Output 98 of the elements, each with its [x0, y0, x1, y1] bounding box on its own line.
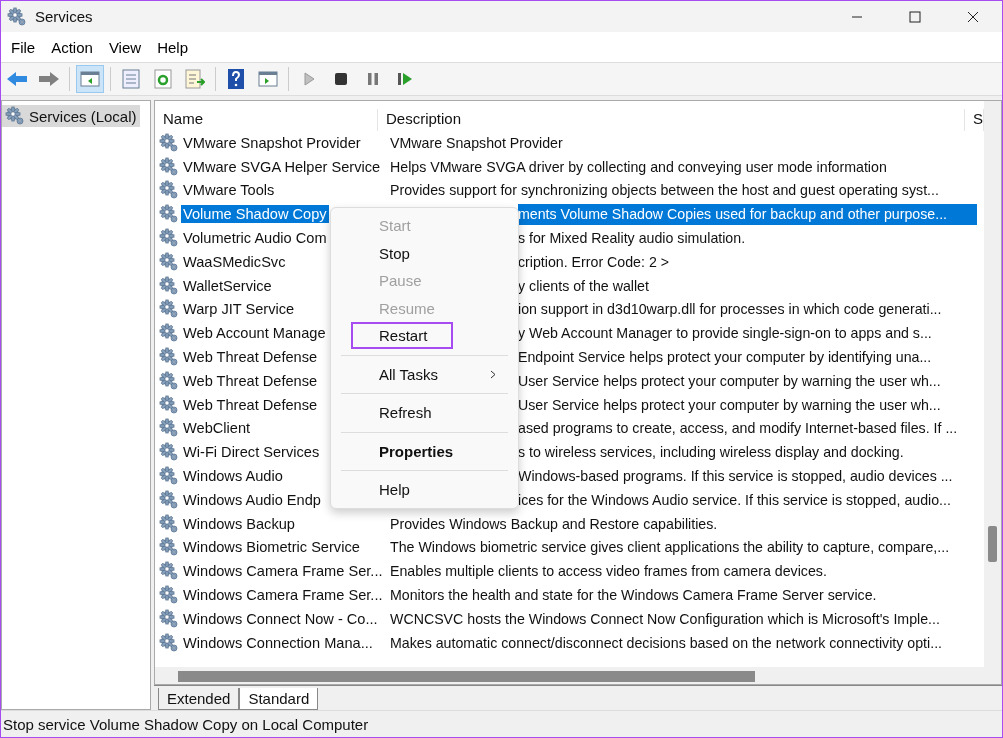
service-name[interactable]: Windows Camera Frame Ser...: [181, 562, 385, 581]
service-name[interactable]: VMware SVGA Helper Service: [181, 157, 383, 176]
service-name[interactable]: Windows Backup: [181, 514, 297, 533]
service-description: ices for the Windows Audio service. If this service is stopped, audio...: [518, 490, 952, 510]
gear-icon: [159, 156, 179, 177]
service-name[interactable]: Web Threat Defense: [181, 371, 320, 390]
service-description: cription. Error Code: 2 >: [518, 252, 670, 272]
service-name[interactable]: WebClient: [181, 419, 253, 438]
service-name[interactable]: Volume Shadow Copy: [181, 205, 329, 224]
stop-icon[interactable]: [334, 72, 348, 86]
resume-icon[interactable]: [397, 72, 413, 86]
back-arrow-icon[interactable]: [6, 70, 28, 88]
service-description: ments Volume Shadow Copies used for backup and other purpose...: [518, 203, 977, 225]
service-name[interactable]: Web Threat Defense: [181, 348, 320, 367]
service-name[interactable]: Wi-Fi Direct Services: [181, 443, 322, 462]
vertical-scrollbar[interactable]: [984, 101, 1001, 684]
service-description: Windows-based programs. If this service is stopped, audio devices ...: [518, 467, 954, 487]
gear-icon: [159, 418, 179, 439]
service-name[interactable]: Windows Connect Now - Co...: [181, 609, 380, 628]
refresh-icon[interactable]: [154, 69, 172, 89]
menu-option[interactable]: Restart: [351, 322, 454, 350]
menu-option[interactable]: Properties: [351, 437, 480, 465]
column-header[interactable]: Name: [155, 109, 378, 131]
maximize-icon: [909, 10, 921, 23]
service-name[interactable]: VMware Tools: [181, 181, 277, 200]
close-icon: [967, 10, 979, 23]
service-description: Monitors the health and state for the Windows Camera Frame Server service.: [389, 586, 878, 606]
menu-option[interactable]: Help: [351, 476, 436, 504]
gear-icon: [159, 180, 179, 201]
gear-icon: [5, 106, 25, 126]
service-description: User Service helps protect your computer by warning the user wh...: [518, 371, 942, 391]
view-tab[interactable]: Standard: [239, 688, 319, 710]
gear-icon: [159, 347, 179, 368]
view-tab[interactable]: Extended: [158, 688, 240, 710]
service-description: s for Mixed Reality audio simulation.: [518, 229, 747, 249]
gear-icon: [159, 561, 179, 582]
service-name[interactable]: WalletService: [181, 276, 274, 295]
service-description: Enables multiple clients to access video frames from camera devices.: [389, 562, 828, 582]
gear-icon: [159, 608, 179, 629]
menu-item[interactable]: Action: [43, 34, 101, 60]
service-description: The Windows biometric service gives client applications the ability to capture, compare,...: [389, 538, 951, 558]
gear-icon: [159, 228, 179, 249]
service-name[interactable]: Windows Audio: [181, 467, 285, 486]
menu-option[interactable]: Refresh: [351, 399, 458, 427]
gear-icon: [159, 632, 179, 653]
gear-icon: [159, 513, 179, 534]
gear-icon: [159, 466, 179, 487]
window-title: Services: [35, 8, 94, 25]
service-name[interactable]: Windows Audio Endp: [181, 490, 323, 509]
menu-item[interactable]: Help: [149, 34, 196, 60]
menu-option[interactable]: Stop: [351, 239, 436, 267]
properties-icon[interactable]: [122, 69, 140, 89]
menu-option[interactable]: All Tasks: [351, 360, 464, 388]
gear-icon: [159, 299, 179, 320]
service-description: VMware Snapshot Provider: [389, 133, 564, 153]
service-description: Helps VMware SVGA driver by collecting and conveying user mode information: [389, 157, 888, 177]
service-description: Provides support for synchronizing objects between the host and guest operating syst...: [389, 181, 940, 201]
service-description: Provides Windows Backup and Restore capabilities.: [389, 514, 719, 534]
console-tree-icon[interactable]: [80, 70, 100, 88]
gear-icon: [159, 204, 179, 225]
service-name[interactable]: VMware Snapshot Provider: [181, 133, 363, 152]
column-header[interactable]: Description: [378, 109, 965, 131]
service-description: WCNCSVC hosts the Windows Connect Now Configuration which is Microsoft's Imple...: [389, 609, 941, 629]
horizontal-scrollbar[interactable]: [155, 667, 984, 684]
menu-item[interactable]: View: [100, 34, 150, 60]
service-name[interactable]: Windows Camera Frame Ser...: [181, 586, 385, 605]
play-icon[interactable]: [303, 72, 315, 86]
service-name[interactable]: Volumetric Audio Com: [181, 229, 329, 248]
gear-icon: [159, 537, 179, 558]
service-description: ased programs to create, access, and modify Internet-based files. If ...: [518, 419, 959, 439]
gear-icon: [159, 394, 179, 415]
service-name[interactable]: WaaSMedicSvc: [181, 252, 288, 271]
gear-icon: [159, 442, 179, 463]
help-icon[interactable]: [227, 68, 245, 90]
service-name[interactable]: Windows Connection Mana...: [181, 633, 375, 652]
service-description: ion support in d3d10warp.dll for processes in which code generati...: [518, 300, 943, 320]
gear-icon: [159, 370, 179, 391]
gear-icon: [159, 251, 179, 272]
gear-icon: [159, 489, 179, 510]
gear-icon: [159, 132, 179, 153]
gear-icon: [159, 323, 179, 344]
service-name[interactable]: Warp JIT Service: [181, 300, 297, 319]
gear-icon: [159, 585, 179, 606]
service-description: s to wireless services, including wireless display and docking.: [518, 443, 905, 463]
service-name[interactable]: Web Threat Defense: [181, 395, 320, 414]
pause-icon[interactable]: [367, 72, 379, 86]
forward-arrow-icon[interactable]: [38, 70, 60, 88]
service-description: Endpoint Service helps protect your computer by identifying una...: [518, 348, 933, 368]
service-name[interactable]: Web Account Manage: [181, 324, 328, 343]
gear-icon: [159, 275, 179, 296]
service-name[interactable]: Windows Biometric Service: [181, 538, 362, 557]
service-description: User Service helps protect your computer by warning the user wh...: [518, 395, 942, 415]
gear-icon: [7, 6, 27, 27]
service-description: Makes automatic connect/disconnect decisions based on the network connectivity opti...: [389, 633, 944, 653]
status-bar: Stop service Volume Shadow Copy on Local Computer: [1, 710, 1002, 737]
action-pane-icon[interactable]: [258, 70, 278, 88]
tree-item[interactable]: Services (Local): [2, 105, 140, 127]
menu-item[interactable]: File: [3, 34, 44, 60]
